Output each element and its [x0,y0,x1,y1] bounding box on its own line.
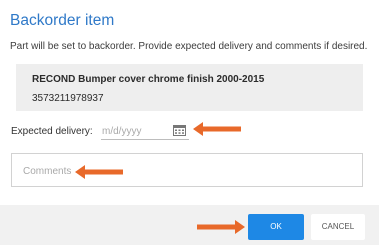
arrow-left-icon [193,122,241,136]
dialog-subtitle: Part will be set to backorder. Provide e… [10,41,368,52]
arrow-right-icon [197,220,245,234]
part-number: 3573211978937 [32,93,104,104]
arrow-left-icon [75,165,123,179]
dialog-title: Backorder item [10,12,115,29]
expected-delivery-placeholder: m/d/yyyy [102,126,142,137]
part-name: RECOND Bumper cover chrome finish 2000-2… [32,74,265,85]
comments-placeholder: Comments [23,166,72,177]
ok-button[interactable]: OK [248,214,304,240]
calendar-icon[interactable] [173,124,186,136]
cancel-button[interactable]: CANCEL [311,214,365,240]
expected-delivery-label: Expected delivery: [11,126,93,137]
